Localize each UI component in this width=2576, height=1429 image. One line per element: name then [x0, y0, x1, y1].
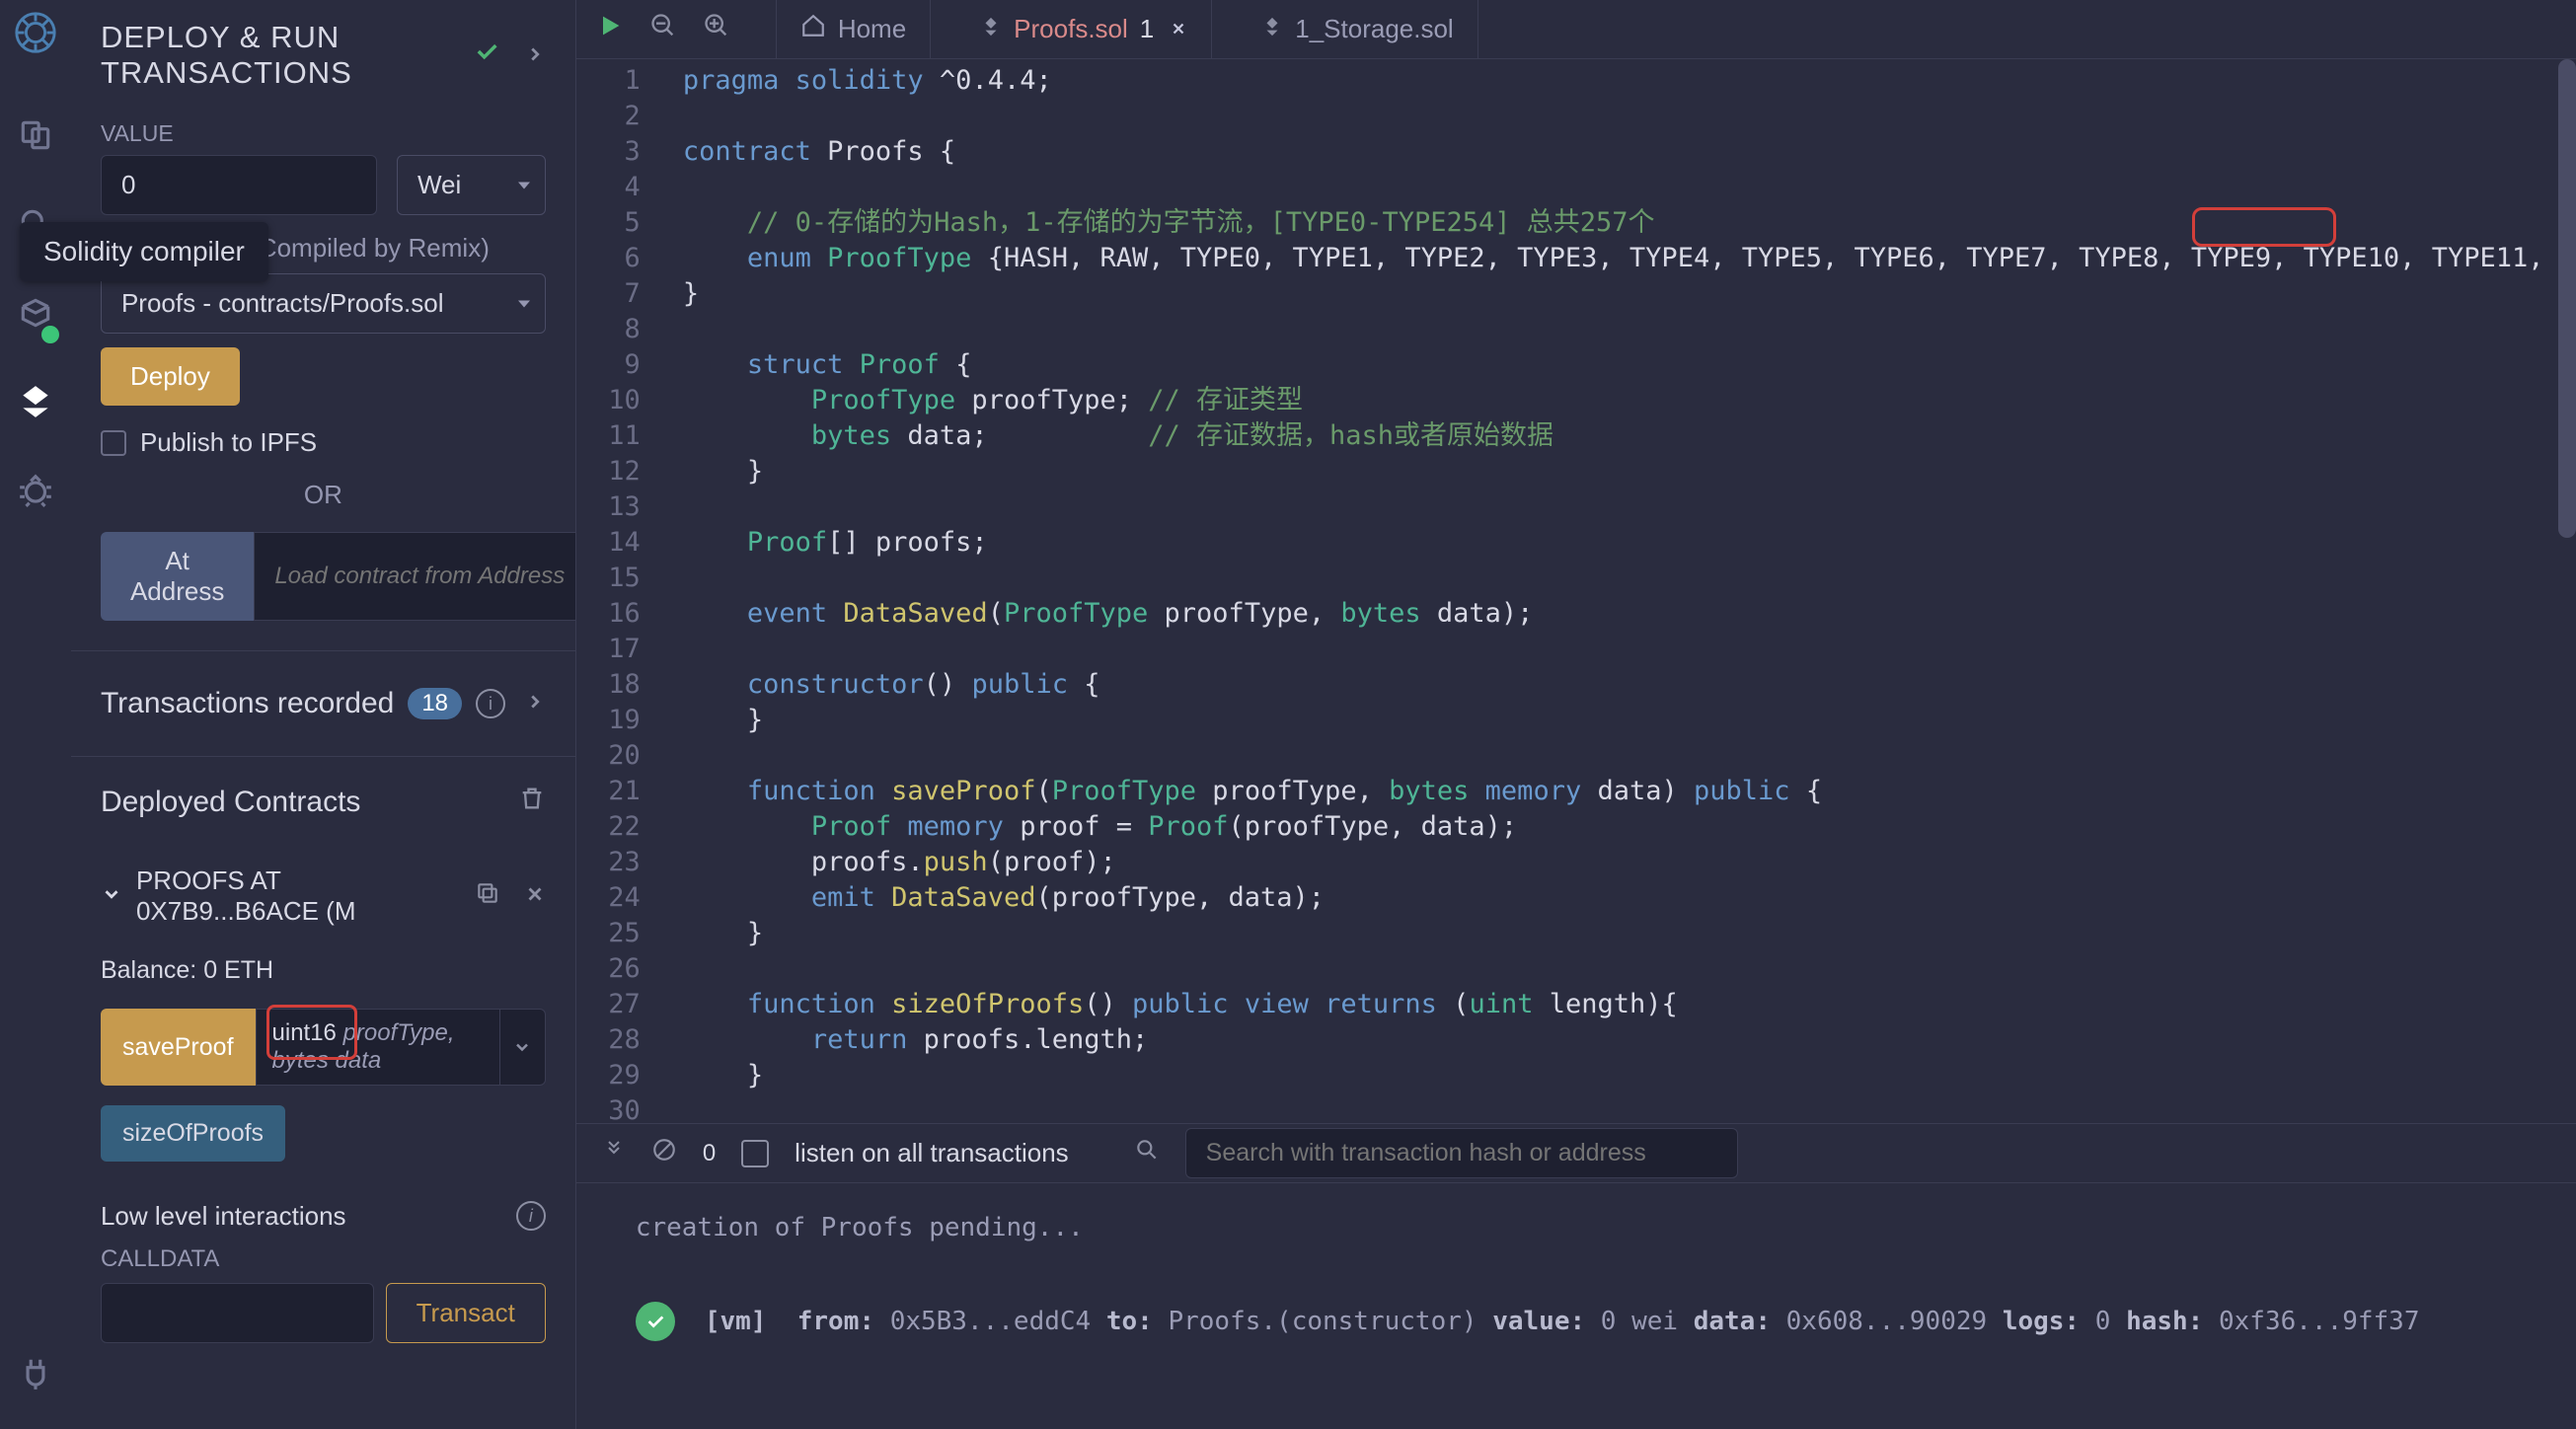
terminal-search-input[interactable]: [1185, 1128, 1738, 1178]
code-editor[interactable]: 1234567891011121314151617181920212223242…: [576, 59, 2576, 1123]
plugin-manager-icon[interactable]: [17, 1355, 54, 1399]
search-icon[interactable]: [1134, 1137, 1160, 1169]
home-icon: [800, 13, 826, 45]
close-instance-icon[interactable]: [524, 881, 546, 912]
info-icon[interactable]: i: [516, 1201, 546, 1231]
close-tab-icon[interactable]: [1170, 14, 1187, 44]
deploy-run-icon[interactable]: [17, 383, 54, 427]
tx-success-icon: [636, 1302, 675, 1341]
proofs-tab[interactable]: Proofs.sol 1: [956, 0, 1212, 58]
listen-label: listen on all transactions: [795, 1138, 1068, 1168]
publish-label: Publish to IPFS: [140, 427, 317, 458]
or-divider: OR: [101, 480, 546, 510]
value-label: VALUE: [101, 101, 546, 147]
publish-checkbox[interactable]: [101, 430, 126, 456]
terminal-line: creation of Proofs pending...: [636, 1213, 2517, 1242]
chevron-right-icon[interactable]: [524, 38, 546, 73]
debugger-icon[interactable]: [17, 472, 54, 516]
expand-fn-icon[interactable]: [500, 1009, 546, 1086]
line-gutter: 1234567891011121314151617181920212223242…: [576, 59, 665, 1123]
at-address-input[interactable]: [254, 532, 575, 621]
terminal-toggle-icon[interactable]: [602, 1138, 626, 1168]
zoom-out-icon[interactable]: [649, 12, 677, 46]
sizeofproofs-button[interactable]: sizeOfProofs: [101, 1105, 285, 1162]
play-icon[interactable]: [596, 12, 624, 46]
storage-tab[interactable]: 1_Storage.sol: [1238, 0, 1477, 58]
home-tab[interactable]: Home: [776, 0, 931, 58]
solidity-file-icon: [1261, 14, 1283, 44]
deployed-title: Deployed Contracts: [101, 786, 360, 819]
remix-logo-icon: [13, 10, 58, 62]
tx-recorded-label: Transactions recorded: [101, 687, 394, 720]
expand-tx-icon[interactable]: [524, 687, 546, 720]
calldata-input[interactable]: [101, 1283, 374, 1343]
unit-select[interactable]: Wei: [397, 155, 546, 215]
chevron-down-icon[interactable]: [101, 881, 122, 912]
saveproof-button[interactable]: saveProof: [101, 1009, 256, 1086]
solidity-file-icon: [980, 14, 1002, 44]
compiler-icon[interactable]: [17, 294, 54, 338]
clear-terminal-icon[interactable]: [651, 1137, 677, 1169]
zoom-in-icon[interactable]: [703, 12, 730, 46]
balance-label: Balance: 0 ETH: [101, 944, 546, 1009]
calldata-label: CALLDATA: [101, 1240, 546, 1283]
info-icon[interactable]: i: [476, 689, 505, 718]
saveproof-input[interactable]: uint16 proofType, bytes data: [256, 1009, 500, 1086]
terminal-tx-line[interactable]: [vm] from: 0x5B3...eddC4 to: Proofs.(con…: [636, 1302, 2517, 1341]
instance-name: PROOFS AT 0X7B9...B6ACE (M: [136, 865, 451, 927]
listen-checkbox[interactable]: [741, 1140, 769, 1167]
pending-count: 0: [703, 1140, 716, 1167]
editor-scrollbar[interactable]: [2558, 59, 2576, 538]
tooltip: Solidity compiler: [20, 222, 268, 281]
contract-select[interactable]: Proofs - contracts/Proofs.sol: [101, 273, 546, 334]
panel-title: DEPLOY & RUN TRANSACTIONS: [101, 20, 459, 91]
file-explorer-icon[interactable]: [17, 116, 54, 161]
at-address-button[interactable]: At Address: [101, 532, 254, 621]
deploy-button[interactable]: Deploy: [101, 347, 240, 406]
trash-icon[interactable]: [518, 785, 546, 820]
tx-count-badge: 18: [408, 688, 462, 719]
transact-button[interactable]: Transact: [386, 1283, 546, 1343]
low-level-label: Low level interactions: [101, 1201, 346, 1232]
check-icon: [473, 38, 500, 73]
value-input[interactable]: [101, 155, 377, 215]
copy-icon[interactable]: [475, 880, 500, 913]
compile-success-badge: [41, 326, 59, 343]
